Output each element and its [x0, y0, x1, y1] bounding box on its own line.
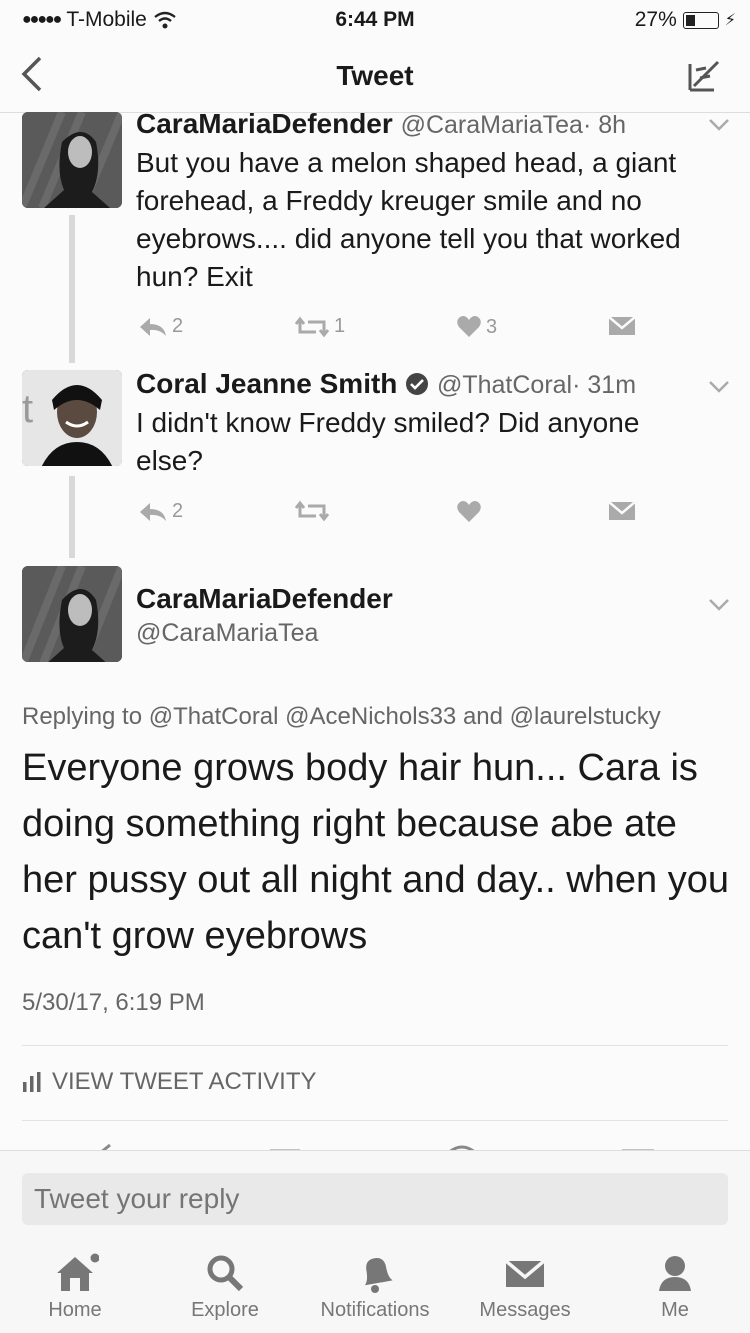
reply-count: 2 — [172, 315, 184, 337]
nav-bar: Tweet — [0, 40, 750, 113]
like-count: 3 — [486, 315, 498, 338]
avatar[interactable] — [22, 112, 122, 208]
tweet-timestamp: 5/30/17, 6:19 PM — [22, 989, 205, 1016]
chevron-down-icon[interactable] — [708, 592, 730, 618]
bell-icon — [364, 1257, 393, 1293]
reply-bar — [0, 1150, 750, 1246]
reply-count: 2 — [172, 500, 184, 522]
divider — [22, 1120, 728, 1121]
person-icon — [659, 1256, 691, 1291]
direct-message-action[interactable] — [608, 500, 636, 522]
thread-line — [69, 476, 75, 558]
reply-action[interactable]: 2 — [138, 315, 183, 338]
retweet-action[interactable] — [294, 500, 330, 522]
chevron-down-icon[interactable] — [708, 374, 730, 400]
tweet-text: But you have a melon shaped head, a gian… — [136, 147, 681, 292]
tweet-text: I didn't know Freddy smiled? Did anyone … — [136, 407, 640, 476]
tab-explore[interactable]: Explore — [150, 1253, 300, 1322]
battery-percent: 27% — [634, 8, 677, 31]
divider — [22, 1045, 728, 1046]
mention-link[interactable]: @ThatCoral — [149, 703, 279, 730]
tweet-header: Coral Jeanne Smith @ThatCoral· 31m — [136, 368, 636, 400]
compose-tweet-icon[interactable] — [684, 56, 724, 96]
tweet-author-name[interactable]: Coral Jeanne Smith — [136, 368, 397, 399]
retweet-count: 1 — [334, 315, 346, 337]
tab-me-label: Me — [661, 1299, 689, 1321]
reply-icon — [140, 502, 166, 521]
like-action[interactable] — [456, 500, 482, 524]
tab-messages[interactable]: Messages — [450, 1253, 600, 1322]
envelope-icon — [504, 1259, 546, 1287]
charging-icon: ⚡ — [724, 12, 736, 29]
tab-explore-label: Explore — [191, 1299, 259, 1321]
direct-message-action[interactable] — [608, 315, 636, 337]
search-icon — [207, 1255, 244, 1292]
tweet-author-handle[interactable]: @ThatCoral — [437, 371, 572, 399]
heart-icon — [457, 316, 481, 337]
tab-messages-label: Messages — [479, 1299, 571, 1321]
retweet-icon — [294, 316, 330, 337]
like-action[interactable]: 3 — [456, 315, 497, 339]
envelope-icon — [608, 501, 636, 520]
envelope-icon — [608, 316, 636, 335]
tab-notifications[interactable]: Notifications — [300, 1253, 450, 1322]
thread-line — [69, 215, 75, 363]
tweet-age: · 31m — [572, 371, 637, 399]
replying-prefix: Replying to — [22, 703, 143, 730]
retweet-icon — [294, 500, 330, 522]
mention-link[interactable]: @AceNichols33 — [285, 703, 456, 730]
main-author-handle[interactable]: @CaraMariaTea — [136, 619, 318, 648]
tweet-header: CaraMariaDefender @CaraMariaTea· 8h — [136, 108, 626, 140]
svg-text:t: t — [22, 387, 33, 431]
tab-home-label: Home — [48, 1299, 102, 1321]
mention-link[interactable]: @laurelstucky — [510, 703, 661, 730]
tweet-author-name[interactable]: CaraMariaDefender — [136, 108, 393, 139]
heart-icon — [457, 501, 481, 522]
main-author-name[interactable]: CaraMariaDefender — [136, 583, 393, 615]
main-tweet-text: Everyone grows body hair hun... Cara is … — [22, 747, 729, 957]
replying-and: and — [462, 703, 503, 730]
chevron-down-icon[interactable] — [708, 112, 730, 138]
reply-icon — [140, 317, 166, 336]
avatar[interactable] — [22, 566, 122, 662]
reply-input[interactable] — [22, 1173, 728, 1225]
tab-notifications-label: Notifications — [320, 1299, 430, 1321]
tab-me[interactable]: Me — [600, 1253, 750, 1322]
tweet-age: · 8h — [582, 111, 627, 139]
view-tweet-activity-label: VIEW TWEET ACTIVITY — [52, 1068, 317, 1095]
view-tweet-activity[interactable]: VIEW TWEET ACTIVITY — [22, 1068, 316, 1096]
retweet-action[interactable]: 1 — [294, 315, 345, 338]
home-icon — [57, 1253, 99, 1291]
reply-action[interactable]: 2 — [138, 500, 183, 523]
bar-chart-icon — [23, 1072, 41, 1092]
battery-icon — [682, 11, 719, 29]
tweet-author-handle[interactable]: @CaraMariaTea — [401, 111, 583, 139]
tab-bar: Home Explore Notifications Messages Me — [0, 1245, 750, 1333]
avatar[interactable]: t — [22, 370, 122, 466]
verified-badge-icon — [406, 373, 429, 395]
tab-home[interactable]: Home — [0, 1253, 150, 1322]
page-title: Tweet — [336, 60, 414, 91]
replying-to: Replying to @ThatCoral @AceNichols33 and… — [22, 703, 661, 731]
status-bar: ●●●●● T-Mobile 6:44 PM 27% ⚡ — [0, 0, 750, 40]
battery: 27% ⚡ — [635, 8, 736, 32]
